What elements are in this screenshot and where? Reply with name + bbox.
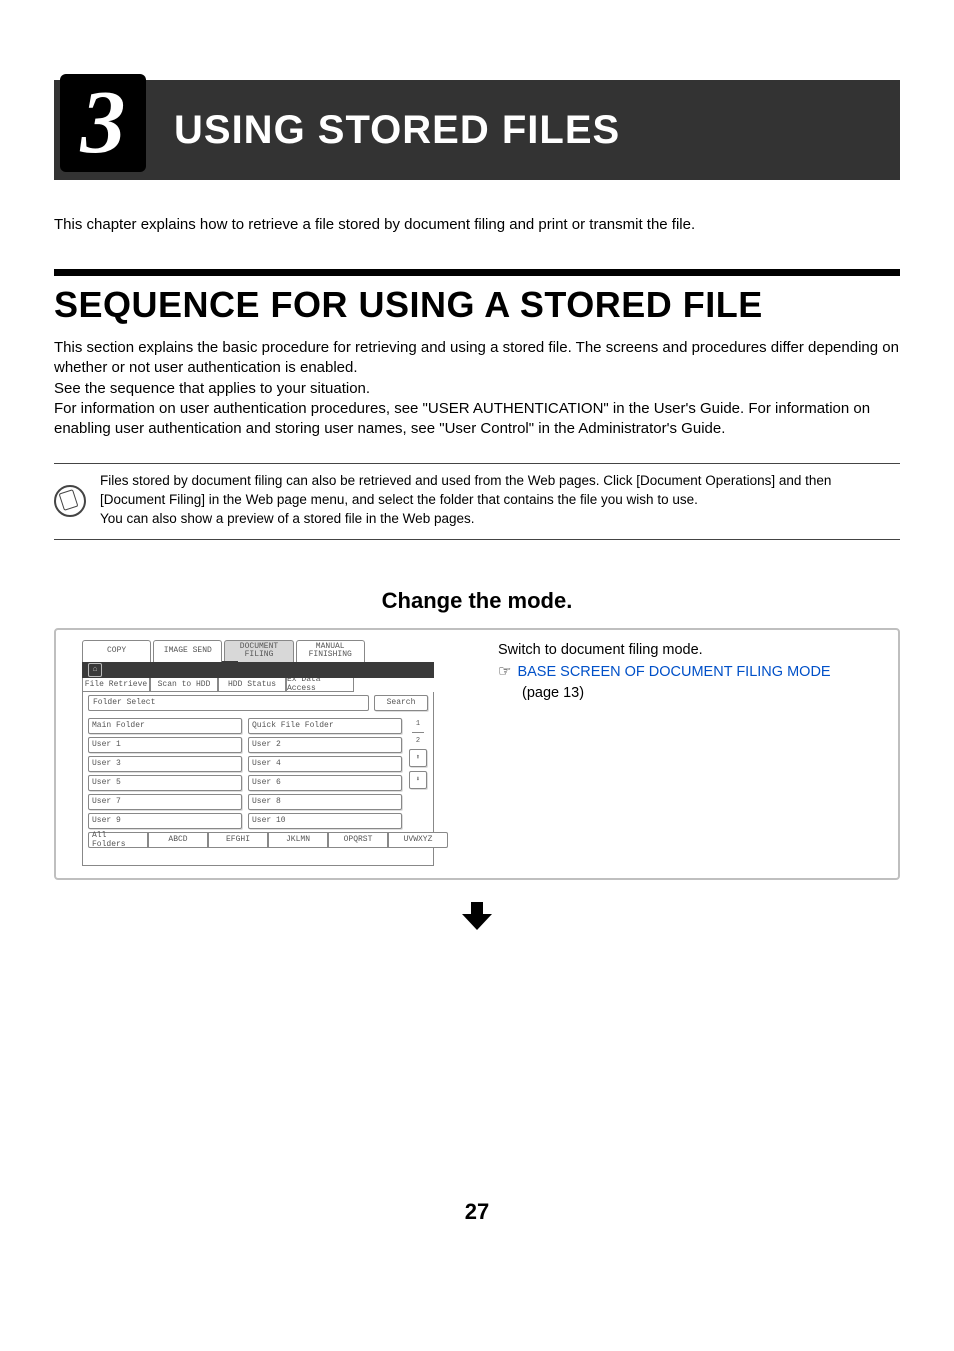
note-line-2: You can also show a preview of a stored … — [100, 510, 900, 529]
step-box: COPY IMAGE SEND DOCUMENT FILING MANUAL F… — [54, 628, 900, 880]
chapter-number: 3 — [81, 78, 126, 168]
folder-user5[interactable]: User 5 — [88, 775, 242, 791]
body-paragraph-2: See the sequence that applies to your si… — [54, 379, 900, 399]
folder-col-right: Quick File Folder User 2 User 4 User 6 U… — [248, 718, 402, 829]
page-indicator-top: 1 — [416, 720, 420, 728]
note-icon — [54, 485, 86, 517]
page-number: 27 — [54, 1199, 900, 1225]
step-desc-line-2: (page 13) — [498, 683, 884, 704]
chapter-title: USING STORED FILES — [174, 108, 620, 153]
subtab-ex-data-access[interactable]: Ex Data Access — [286, 678, 354, 692]
tab-spacer — [367, 640, 434, 662]
section-heading: SEQUENCE FOR USING A STORED FILE — [54, 284, 900, 326]
folder-quick[interactable]: Quick File Folder — [248, 718, 402, 734]
device-ui: COPY IMAGE SEND DOCUMENT FILING MANUAL F… — [82, 640, 434, 868]
folder-user8[interactable]: User 8 — [248, 794, 402, 810]
subtab-scan-to-hdd[interactable]: Scan to HDD — [150, 678, 218, 692]
note-icon-wrap — [54, 472, 86, 529]
folder-user9[interactable]: User 9 — [88, 813, 242, 829]
filter-efghi[interactable]: EFGHI — [208, 832, 268, 848]
folder-user1[interactable]: User 1 — [88, 737, 242, 753]
mode-tabs: COPY IMAGE SEND DOCUMENT FILING MANUAL F… — [82, 640, 434, 662]
body-text: This section explains the basic procedur… — [54, 338, 900, 439]
search-button[interactable]: Search — [374, 695, 428, 711]
body-paragraph-3: For information on user authentication p… — [54, 399, 900, 440]
chapter-number-badge: 3 — [60, 74, 146, 172]
filter-jklmn[interactable]: JKLMN — [268, 832, 328, 848]
home-icon[interactable]: ⌂ — [88, 663, 102, 677]
folder-main[interactable]: Main Folder — [88, 718, 242, 734]
folder-panel: Folder Select Search Main Folder User 1 … — [82, 692, 434, 866]
folder-select-label: Folder Select — [88, 695, 369, 711]
arrow-down-icon: ⬇ — [416, 775, 420, 784]
folder-user4[interactable]: User 4 — [248, 756, 402, 772]
subtab-file-retrieve[interactable]: File Retrieve — [82, 678, 150, 692]
scroll-down-button[interactable]: ⬇ — [409, 771, 427, 789]
page-indicator-bottom: 2 — [416, 737, 420, 745]
heading-rule — [54, 269, 900, 276]
folder-user10[interactable]: User 10 — [248, 813, 402, 829]
tab-document-filing[interactable]: DOCUMENT FILING — [224, 640, 293, 662]
alpha-filter-tabs: All Folders ABCD EFGHI JKLMN OPQRST UVWX… — [88, 832, 428, 848]
step-description: Switch to document filing mode. ☞ BASE SC… — [462, 640, 884, 868]
continue-arrow-icon — [54, 900, 900, 939]
filter-uvwxyz[interactable]: UVWXYZ — [388, 832, 448, 848]
scroll-side: 1 2 ⬆ ⬇ — [408, 718, 428, 829]
filter-abcd[interactable]: ABCD — [148, 832, 208, 848]
folder-col-left: Main Folder User 1 User 3 User 5 User 7 … — [88, 718, 242, 829]
filter-all[interactable]: All Folders — [88, 832, 148, 848]
chapter-intro: This chapter explains how to retrieve a … — [54, 216, 900, 233]
folder-user3[interactable]: User 3 — [88, 756, 242, 772]
tab-copy[interactable]: COPY — [82, 640, 151, 662]
folder-user7[interactable]: User 7 — [88, 794, 242, 810]
sub-tabs: File Retrieve Scan to HDD HDD Status Ex … — [82, 678, 434, 692]
tab-manual-finishing[interactable]: MANUAL FINISHING — [296, 640, 365, 662]
step-title: Change the mode. — [54, 588, 900, 614]
page-indicator-divider — [412, 732, 424, 733]
ribbon-bar: ⌂ — [82, 662, 434, 678]
note-text: Files stored by document filing can also… — [100, 472, 900, 529]
step-screenshot: COPY IMAGE SEND DOCUMENT FILING MANUAL F… — [82, 640, 462, 868]
cross-ref-link[interactable]: BASE SCREEN OF DOCUMENT FILING MODE — [517, 664, 830, 680]
folder-user2[interactable]: User 2 — [248, 737, 402, 753]
note-box: Files stored by document filing can also… — [54, 463, 900, 540]
folder-user6[interactable]: User 6 — [248, 775, 402, 791]
filter-opqrst[interactable]: OPQRST — [328, 832, 388, 848]
tab-image-send[interactable]: IMAGE SEND — [153, 640, 222, 662]
active-tab-notch — [222, 661, 238, 670]
step-desc-line-1: Switch to document filing mode. — [498, 640, 884, 661]
scroll-up-button[interactable]: ⬆ — [409, 749, 427, 767]
chapter-heading-bar: 3 USING STORED FILES — [54, 80, 900, 180]
subtab-hdd-status[interactable]: HDD Status — [218, 678, 286, 692]
arrow-up-icon: ⬆ — [416, 753, 420, 762]
body-paragraph-1: This section explains the basic procedur… — [54, 338, 900, 379]
note-line-1: Files stored by document filing can also… — [100, 472, 900, 510]
pointing-hand-icon: ☞ — [498, 661, 511, 683]
